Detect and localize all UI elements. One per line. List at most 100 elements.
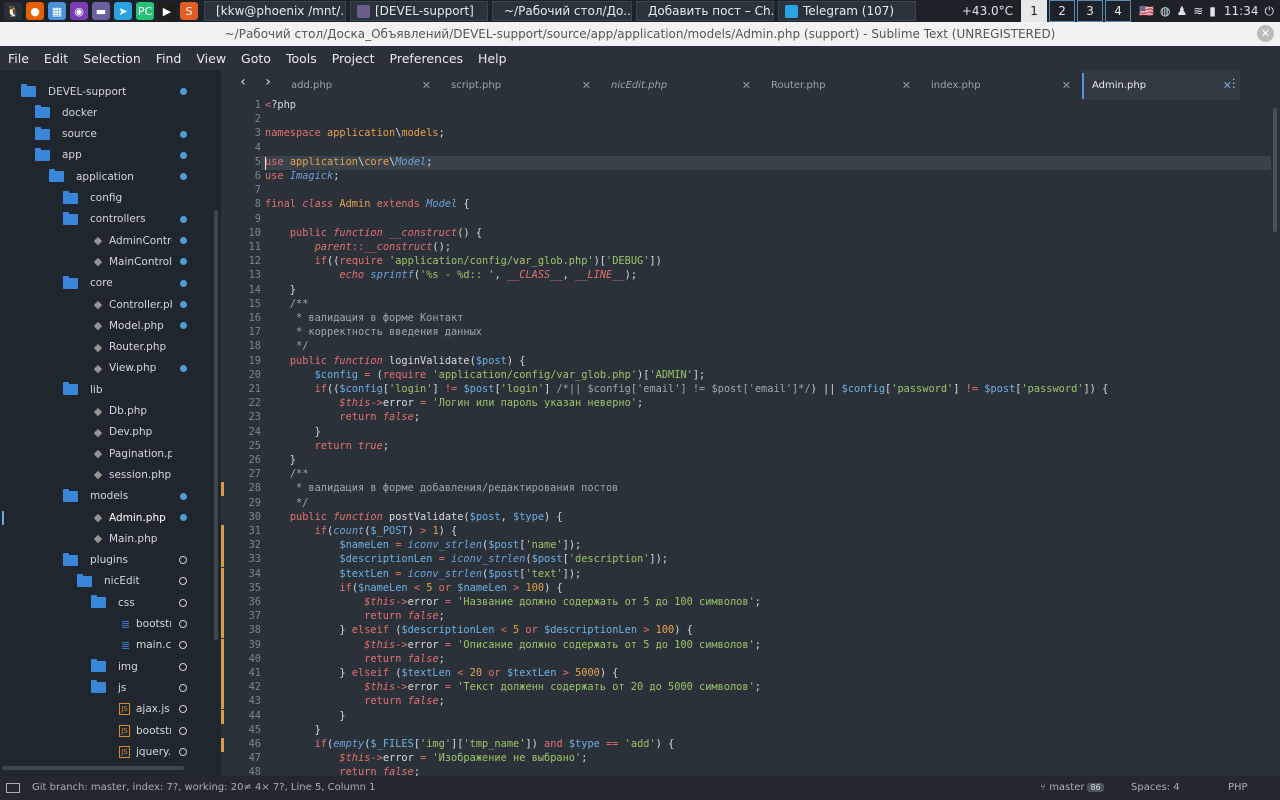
menu-project[interactable]: Project [324, 51, 382, 66]
tab-close-icon[interactable]: ✕ [582, 79, 591, 92]
sidebar-scrollbar[interactable] [214, 210, 218, 640]
menu-goto[interactable]: Goto [233, 51, 278, 66]
code-line[interactable]: public function loginValidate($post) { [265, 355, 526, 367]
sidebar-item[interactable]: JS bootstra [0, 720, 221, 741]
git-branch-indicator[interactable]: ⑂ master 86 [1040, 782, 1104, 793]
code-line[interactable]: /** [265, 298, 309, 310]
terminal-icon[interactable]: ▶ [158, 2, 176, 20]
taskbar-task[interactable]: ~/Рабочий стол/До... [492, 1, 632, 21]
tab-forward-chevron-icon[interactable]: › [262, 74, 274, 90]
menu-selection[interactable]: Selection [75, 51, 148, 66]
code-line[interactable]: } [265, 426, 321, 438]
code-line[interactable]: public function __construct() { [265, 227, 482, 239]
code-line[interactable]: } elseif ($textLen < 20 or $textLen > 50… [265, 667, 618, 679]
code-line[interactable]: use application\core\Model; [265, 156, 432, 168]
sidebar-item[interactable]: ◆ Model.php [0, 315, 221, 336]
sidebar-item[interactable]: ◆ View.php [0, 358, 221, 379]
pycharm-icon[interactable]: PC [136, 2, 154, 20]
sidebar-item[interactable]: application [0, 166, 221, 187]
sidebar-item[interactable]: plugins [0, 550, 221, 571]
user-icon[interactable]: ♟ [1176, 4, 1187, 18]
network-globe-icon[interactable]: ◍ [1160, 4, 1170, 18]
wifi-icon[interactable]: ≋ [1193, 4, 1203, 18]
tab-script-php[interactable]: script.php ✕ [441, 70, 599, 100]
editor-scrollbar[interactable] [1271, 100, 1280, 776]
code-line[interactable]: $this->error = 'Текст долженн содержать … [265, 681, 761, 693]
tab-close-icon[interactable]: ✕ [422, 79, 431, 92]
menu-preferences[interactable]: Preferences [382, 51, 471, 66]
sidebar-item[interactable]: ◆ Router.php [0, 337, 221, 358]
menu-find[interactable]: Find [148, 51, 189, 66]
sidebar-item[interactable]: ◆ Db.php [0, 401, 221, 422]
sidebar-item[interactable]: ◆ Dev.php [0, 422, 221, 443]
code-line[interactable]: /** [265, 468, 309, 480]
code-line[interactable]: $this->error = 'Описание должно содержат… [265, 639, 761, 651]
syntax-setting[interactable]: PHP [1228, 782, 1248, 793]
code-line[interactable]: echo sprintf('%s - %d:: ', __CLASS__, __… [265, 269, 637, 281]
sublime-icon[interactable]: S [180, 2, 198, 20]
code-line[interactable]: if($nameLen < 5 or $nameLen > 100) { [265, 582, 562, 594]
code-line[interactable]: $nameLen = iconv_strlen($post['name']); [265, 539, 581, 551]
sidebar-item[interactable]: core [0, 273, 221, 294]
sidebar-item[interactable]: app [0, 145, 221, 166]
taskbar-task[interactable]: Telegram (107) [778, 1, 916, 21]
sidebar-item[interactable]: config [0, 188, 221, 209]
tab-index-php[interactable]: index.php ✕ [921, 70, 1079, 100]
code-line[interactable]: if(count($_POST) > 1) { [265, 525, 458, 537]
power-icon[interactable]: ⏻ [1265, 4, 1275, 19]
sidebar-item[interactable]: models [0, 486, 221, 507]
workspace-3[interactable]: 3 [1077, 0, 1104, 22]
sidebar-item[interactable]: js [0, 677, 221, 698]
sidebar-item[interactable]: ◆ session.php [0, 464, 221, 485]
taskbar-task[interactable]: [kkw@phoenix /mnt/... [204, 1, 346, 21]
sidebar-item[interactable]: lib [0, 379, 221, 400]
code-line[interactable]: $textLen = iconv_strlen($post['text']); [265, 568, 581, 580]
eye-icon[interactable]: ◉ [70, 2, 88, 20]
sidebar-item[interactable]: DEVEL-support [0, 81, 221, 102]
taskbar-task[interactable]: Добавить пост – Ch... [636, 1, 774, 21]
code-line[interactable]: * валидация в форме Контакт [265, 312, 463, 324]
code-line[interactable]: return false; [265, 411, 420, 423]
code-line[interactable]: } [265, 284, 296, 296]
sidebar-horizontal-scrollbar[interactable] [2, 766, 184, 770]
sidebar-item[interactable]: ◆ Main.php [0, 528, 221, 549]
code-line[interactable]: $config = (require 'application/config/v… [265, 369, 706, 381]
code-line[interactable]: return false; [265, 766, 420, 776]
telegram-icon[interactable]: ➤ [114, 2, 132, 20]
menu-tools[interactable]: Tools [278, 51, 324, 66]
code-line[interactable]: return false; [265, 610, 445, 622]
code-line[interactable]: return false; [265, 695, 445, 707]
code-line[interactable]: parent::__construct(); [265, 241, 451, 253]
sidebar-item[interactable]: ≣ bootstra [0, 614, 221, 635]
sidebar-item[interactable]: ◆ Pagination.php [0, 443, 221, 464]
code-editor[interactable]: 1 <?php 2 3 namespace application\models; 4 5 u… [221, 100, 1271, 776]
firefox-icon[interactable]: ● [26, 2, 44, 20]
code-line[interactable]: use Imagick; [265, 170, 339, 182]
code-line[interactable]: $this->error = 'Изображение не выбрано'; [265, 752, 587, 764]
code-line[interactable]: $this->error = 'Название должно содержат… [265, 596, 761, 608]
workspace-1[interactable]: 1 [1021, 0, 1048, 22]
code-line[interactable]: <?php [265, 100, 296, 111]
code-line[interactable]: $descriptionLen = iconv_strlen($post['de… [265, 553, 668, 565]
tab-router-php[interactable]: Router.php ✕ [761, 70, 919, 100]
sidebar-item[interactable]: css [0, 592, 221, 613]
tab-close-icon[interactable]: ✕ [1223, 79, 1232, 92]
tab-overflow-menu-icon[interactable]: · · · [1232, 74, 1236, 93]
sidebar-item[interactable]: ◆ Admin.php [0, 507, 221, 528]
us-flag-icon[interactable]: 🇺🇸 [1139, 4, 1154, 18]
files-icon[interactable]: ▦ [48, 2, 66, 20]
menu-edit[interactable]: Edit [36, 51, 75, 66]
code-line[interactable]: } [265, 710, 345, 722]
workspace-2[interactable]: 2 [1049, 0, 1076, 22]
indentation-setting[interactable]: Spaces: 4 [1131, 782, 1180, 793]
code-line[interactable]: */ [265, 497, 308, 509]
tab-close-icon[interactable]: ✕ [902, 79, 911, 92]
tab-admin-php[interactable]: Admin.php ✕ [1082, 70, 1240, 100]
code-line[interactable]: */ [265, 340, 308, 352]
code-line[interactable]: } elseif ($descriptionLen < 5 or $descri… [265, 624, 692, 636]
menu-view[interactable]: View [188, 51, 233, 66]
sidebar-item[interactable]: img [0, 656, 221, 677]
menu-file[interactable]: File [0, 51, 36, 66]
panel-toggle-icon[interactable] [6, 783, 20, 793]
window-close-button[interactable]: ✕ [1257, 25, 1274, 42]
